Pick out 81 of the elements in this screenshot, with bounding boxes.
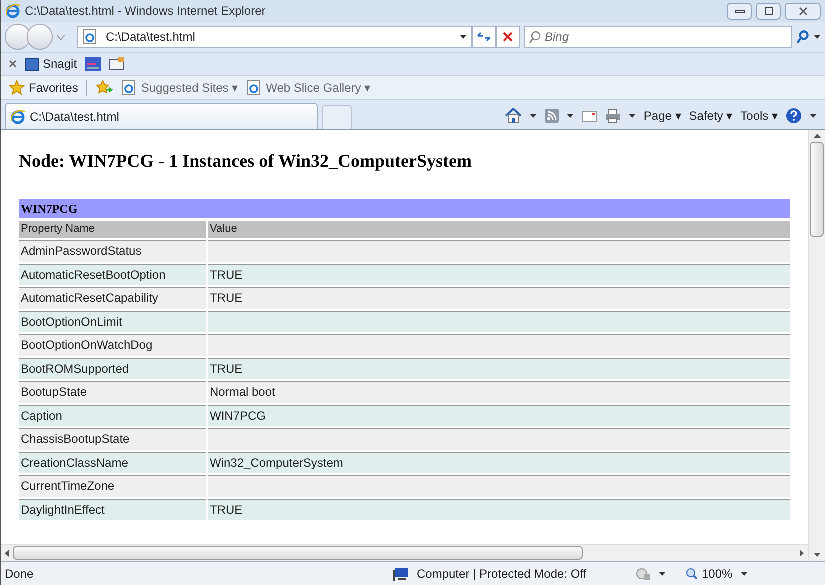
close-icon	[798, 6, 808, 16]
feed-icon[interactable]	[544, 109, 559, 123]
web-page-icon	[121, 80, 138, 96]
security-zone-text: Computer | Protected Mode: Off	[417, 566, 588, 582]
dropdown-arrow-icon[interactable]	[628, 114, 636, 118]
dropdown-arrow-icon[interactable]	[814, 35, 821, 39]
dropdown-arrow-icon[interactable]	[530, 114, 537, 118]
column-header: Property Name	[19, 221, 206, 238]
command-menu[interactable]: Page ▾	[644, 107, 682, 125]
browser-logo-icon	[5, 3, 21, 19]
search-field[interactable]: Bing	[545, 28, 787, 46]
favorites-link[interactable]: Web Slice Gallery ▾	[246, 78, 371, 96]
favorites-link[interactable]: Suggested Sites ▾	[121, 78, 238, 96]
table-cell: AutomaticResetCapability	[19, 287, 206, 308]
command-menu[interactable]: Safety ▾	[689, 107, 733, 125]
dropdown-arrow-icon[interactable]	[740, 572, 748, 576]
mail-icon[interactable]	[582, 110, 597, 122]
window-title: C:\Data\test.html - Windows Internet Explorer	[25, 3, 267, 20]
table-cell: CreationClassName	[19, 452, 206, 473]
toolbar-button[interactable]: Snagit	[25, 55, 78, 73]
web-page-icon	[82, 29, 98, 45]
address-field[interactable]: C:\Data\test.html	[77, 26, 472, 48]
dropdown-arrow-icon[interactable]	[460, 35, 467, 39]
scroll-left-icon[interactable]	[5, 550, 9, 556]
stop-button[interactable]	[496, 26, 520, 48]
dropdown-arrow-icon[interactable]	[566, 114, 574, 118]
search-box[interactable]: Bing	[524, 26, 792, 48]
star-icon	[9, 80, 25, 95]
table-cell: BootOptionOnLimit	[19, 310, 206, 332]
table-cell: BootROMSupported	[19, 358, 206, 379]
table-cell: TRUE	[208, 358, 790, 379]
close-icon[interactable]	[9, 60, 17, 68]
zoom-button[interactable]: 100%	[686, 564, 733, 582]
computer-icon	[393, 566, 409, 580]
web-page-icon	[246, 80, 262, 96]
table-cell: DaylightInEffect	[19, 498, 206, 520]
magnifier-icon	[686, 568, 698, 580]
table-cell: AdminPasswordStatus	[19, 240, 206, 262]
table-cell: Win32_ComputerSystem	[208, 452, 790, 473]
table-cell: BootOptionOnWatchDog	[19, 334, 206, 356]
page-heading: Node: WIN7PCG - 1 Instances of Win32_ComputerSystem	[19, 150, 474, 173]
close-button[interactable]	[785, 2, 821, 20]
table-cell: CurrentTimeZone	[19, 475, 206, 496]
search-icon[interactable]	[796, 30, 810, 44]
horizontal-scrollbar[interactable]	[1, 544, 808, 561]
restore-button[interactable]	[756, 2, 781, 20]
column-header: Value	[208, 221, 790, 238]
table-cell: TRUE	[208, 264, 790, 285]
table-cell: Normal boot	[208, 381, 790, 402]
scroll-right-icon[interactable]	[800, 550, 804, 556]
table-cell: ChassisBootupState	[19, 428, 206, 450]
browser-logo-icon	[10, 108, 26, 124]
vertical-scrollbar[interactable]	[808, 130, 825, 561]
favorites-button[interactable]: Favorites	[9, 78, 78, 96]
dropdown-arrow-icon[interactable]	[810, 114, 817, 118]
table-cell: TRUE	[208, 287, 790, 308]
help-icon[interactable]	[786, 108, 802, 124]
command-menu[interactable]: Tools ▾	[740, 107, 778, 125]
home-icon[interactable]	[504, 108, 522, 124]
refresh-button[interactable]	[472, 26, 496, 48]
table-cell: Caption	[19, 404, 206, 426]
table-cell: TRUE	[208, 498, 790, 520]
table-cell: AutomaticResetBootOption	[19, 264, 206, 285]
table-cell: WIN7PCG	[208, 404, 790, 426]
refresh-icon	[477, 31, 491, 43]
table-cell: BootupState	[19, 381, 206, 402]
browser-tab[interactable]: C:\Data\test.html	[5, 103, 318, 129]
status-text: Done	[5, 566, 35, 582]
stop-icon	[503, 32, 513, 42]
screen-capture-icon[interactable]	[85, 57, 102, 71]
add-star-icon[interactable]	[95, 80, 114, 95]
scroll-up-icon[interactable]	[814, 134, 820, 138]
printer-icon[interactable]	[604, 108, 621, 124]
minimize-button[interactable]	[727, 2, 752, 20]
scrollbar-thumb[interactable]	[810, 142, 824, 237]
scroll-down-icon[interactable]	[814, 553, 820, 557]
dropdown-arrow-icon[interactable]	[659, 572, 666, 576]
search-icon	[529, 30, 541, 44]
folder-icon[interactable]	[109, 57, 126, 71]
scrollbar-thumb[interactable]	[13, 546, 583, 560]
table-caption: WIN7PCG	[19, 199, 790, 218]
